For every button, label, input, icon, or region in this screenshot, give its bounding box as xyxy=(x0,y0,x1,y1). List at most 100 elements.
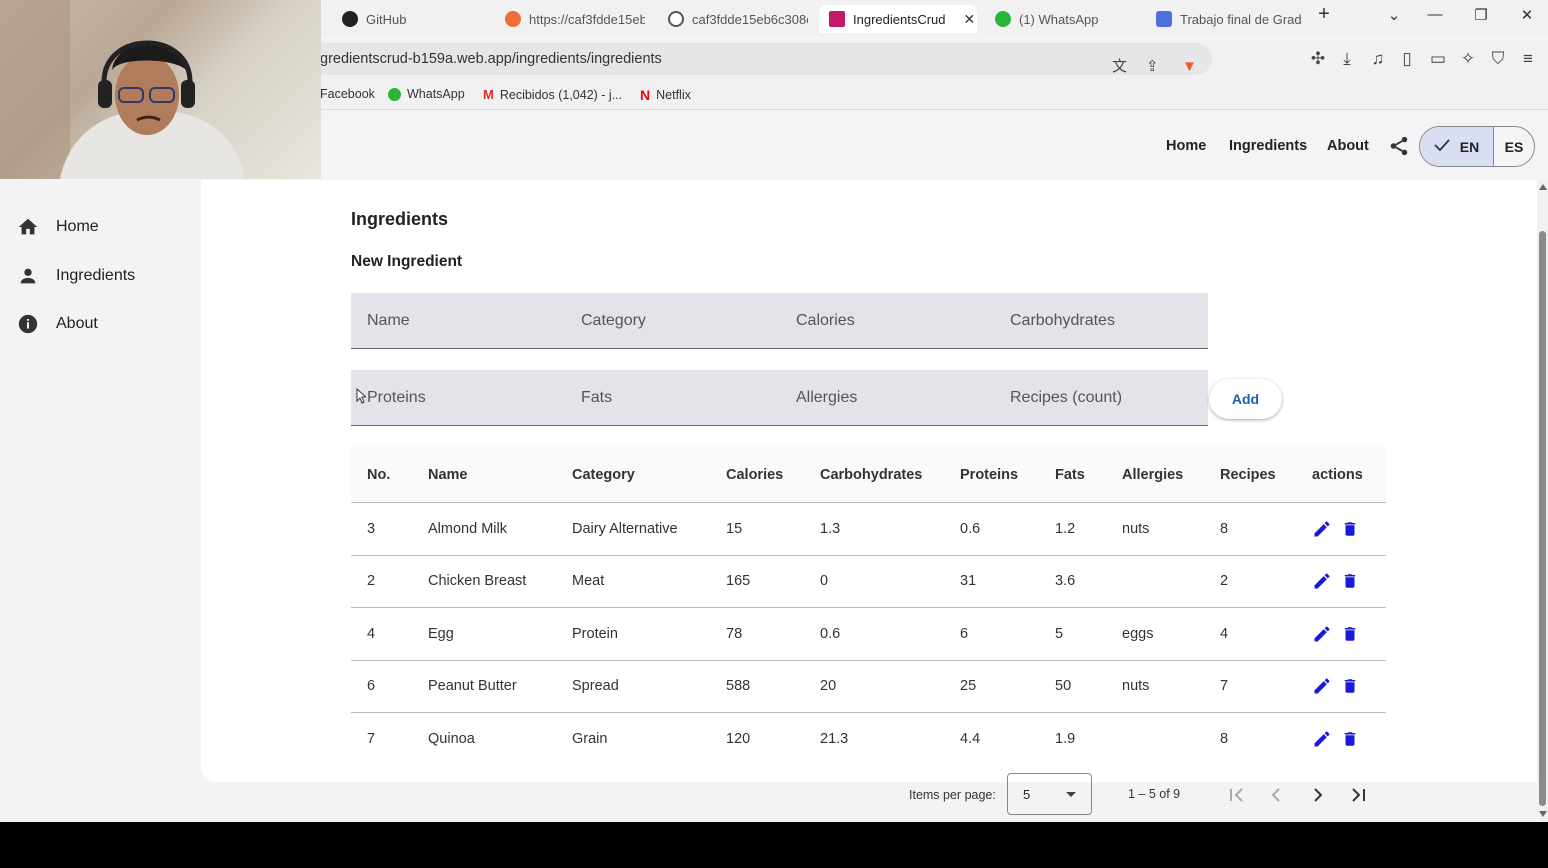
last-page-button[interactable] xyxy=(1347,784,1369,806)
cell-proteins: 4.4 xyxy=(960,731,981,748)
carbohydrates-field[interactable]: Carbohydrates xyxy=(994,293,1208,349)
bookmark-gmail[interactable]: M Recibidos (1,042) - j... xyxy=(483,87,622,102)
lang-en-button[interactable]: EN xyxy=(1420,127,1494,166)
lang-es-button[interactable]: ES xyxy=(1494,127,1534,166)
cell-category: Dairy Alternative xyxy=(572,520,678,537)
window-close-icon[interactable]: ✕ xyxy=(1516,6,1538,24)
close-icon[interactable]: ✕ xyxy=(964,11,976,28)
delete-icon[interactable] xyxy=(1340,624,1360,644)
restore-icon[interactable]: ❐ xyxy=(1470,6,1492,24)
tab-github[interactable]: GitHub xyxy=(332,5,482,33)
url-field[interactable]: gredientscrud-b159a.web.app/ingredients/… xyxy=(300,43,1212,75)
edit-icon[interactable] xyxy=(1312,571,1332,591)
proteins-field[interactable]: Proteins xyxy=(351,370,565,426)
cell-calories: 15 xyxy=(726,520,743,537)
page-size-select[interactable]: 5 xyxy=(1007,773,1092,815)
header-recipes[interactable]: Recipes xyxy=(1220,447,1276,502)
edit-icon[interactable] xyxy=(1312,624,1332,644)
recipes-count-field[interactable]: Recipes (count) xyxy=(994,370,1208,426)
cell-proteins: 31 xyxy=(960,573,977,590)
tab-trabajo[interactable]: Trabajo final de Grad xyxy=(1146,5,1304,33)
caret-down-icon xyxy=(1066,792,1076,797)
music-icon[interactable]: ♫ xyxy=(1367,49,1389,69)
chevron-down-icon[interactable]: ⌄ xyxy=(1383,6,1405,24)
delete-icon[interactable] xyxy=(1340,729,1360,749)
cell-name: Chicken Breast xyxy=(428,573,527,590)
scroll-up-icon[interactable] xyxy=(1539,184,1547,190)
cell-actions xyxy=(1312,713,1360,766)
fats-field[interactable]: Fats xyxy=(565,370,780,426)
person-icon xyxy=(17,265,39,287)
scroll-thumb[interactable] xyxy=(1539,231,1546,806)
category-field[interactable]: Category xyxy=(565,293,780,349)
extensions-icon[interactable]: ✣ xyxy=(1307,49,1329,69)
globe-icon xyxy=(668,11,684,27)
sidebar-toggle-icon[interactable]: ▯ xyxy=(1396,49,1418,69)
lang-en-label: EN xyxy=(1459,138,1480,155)
bookmark-label: Facebook xyxy=(320,87,375,101)
cell-name: Egg xyxy=(428,625,454,642)
page-size-value: 5 xyxy=(1023,787,1031,802)
next-page-button[interactable] xyxy=(1306,784,1328,806)
edit-icon[interactable] xyxy=(1312,519,1332,539)
table-row: 7 Quinoa Grain 120 21.3 4.4 1.9 8 xyxy=(351,713,1386,766)
bookmark-whatsapp[interactable]: WhatsApp xyxy=(388,87,465,101)
nav-home[interactable]: Home xyxy=(1166,138,1206,154)
calories-field[interactable]: Calories xyxy=(780,293,994,349)
bookmark-facebook[interactable]: Facebook xyxy=(320,87,375,101)
first-page-icon xyxy=(1230,788,1243,802)
header-no[interactable]: No. xyxy=(367,447,390,502)
tab-firebase-url[interactable]: https://caf3fdde15eb xyxy=(495,5,645,33)
add-button[interactable]: Add xyxy=(1209,379,1282,419)
tab-label: https://caf3fdde15eb xyxy=(529,11,645,27)
header-allergies[interactable]: Allergies xyxy=(1122,447,1183,502)
nav-ingredients[interactable]: Ingredients xyxy=(1229,138,1307,154)
allergies-field[interactable]: Allergies xyxy=(780,370,994,426)
edit-icon[interactable] xyxy=(1312,676,1332,696)
menu-icon[interactable]: ≡ xyxy=(1517,49,1539,69)
wallet-icon[interactable]: ▭ xyxy=(1427,49,1449,69)
tab-ingredientscrud[interactable]: IngredientsCrud ✕ xyxy=(819,5,977,33)
cell-fats: 50 xyxy=(1055,678,1072,695)
doc-icon xyxy=(1156,11,1172,27)
page-scrollbar[interactable] xyxy=(1537,180,1548,822)
header-proteins[interactable]: Proteins xyxy=(960,447,1018,502)
header-name[interactable]: Name xyxy=(428,447,468,502)
cell-proteins: 25 xyxy=(960,678,977,695)
vpn-icon[interactable]: ⛉ xyxy=(1487,49,1509,69)
name-field[interactable]: Name xyxy=(351,293,565,349)
first-page-button[interactable] xyxy=(1226,784,1248,806)
field-placeholder: Allergies xyxy=(796,389,858,406)
cell-allergies: nuts xyxy=(1122,678,1150,695)
header-fats[interactable]: Fats xyxy=(1055,447,1085,502)
delete-icon[interactable] xyxy=(1340,519,1360,539)
download-icon[interactable]: ⤓ xyxy=(1336,49,1358,69)
delete-icon[interactable] xyxy=(1340,676,1360,696)
cell-calories: 78 xyxy=(726,625,743,642)
bookmark-netflix[interactable]: N Netflix xyxy=(640,87,691,103)
cell-recipes: 2 xyxy=(1220,573,1229,590)
sidebar-item-about[interactable]: About xyxy=(17,313,98,335)
brave-shield-icon[interactable]: ▼ xyxy=(1182,51,1197,83)
edit-icon[interactable] xyxy=(1312,729,1332,749)
minimize-icon[interactable]: — xyxy=(1424,6,1446,23)
cell-carbohydrates: 0 xyxy=(820,573,829,590)
share-icon[interactable] xyxy=(1388,135,1410,162)
delete-icon[interactable] xyxy=(1340,571,1360,591)
new-tab-button[interactable]: + xyxy=(1313,3,1335,26)
nav-about[interactable]: About xyxy=(1327,138,1369,154)
header-calories[interactable]: Calories xyxy=(726,447,783,502)
header-category[interactable]: Category xyxy=(572,447,635,502)
tab-globe[interactable]: caf3fdde15eb6c308e xyxy=(658,5,808,33)
translate-icon[interactable]: 文 xyxy=(1112,51,1127,83)
header-carbohydrates[interactable]: Carbohydrates xyxy=(820,447,922,502)
prev-page-button[interactable] xyxy=(1266,784,1288,806)
tab-whatsapp[interactable]: (1) WhatsApp xyxy=(985,5,1135,33)
ingredients-table: No. Name Category Calories Carbohydrates… xyxy=(351,447,1386,766)
sidebar-item-ingredients[interactable]: Ingredients xyxy=(17,265,135,287)
scroll-down-icon[interactable] xyxy=(1539,811,1547,817)
sidebar-item-home[interactable]: Home xyxy=(17,216,99,238)
share-icon[interactable]: ⇪ xyxy=(1146,51,1159,83)
leo-icon[interactable]: ✧ xyxy=(1457,49,1479,69)
cell-proteins: 0.6 xyxy=(960,520,981,537)
